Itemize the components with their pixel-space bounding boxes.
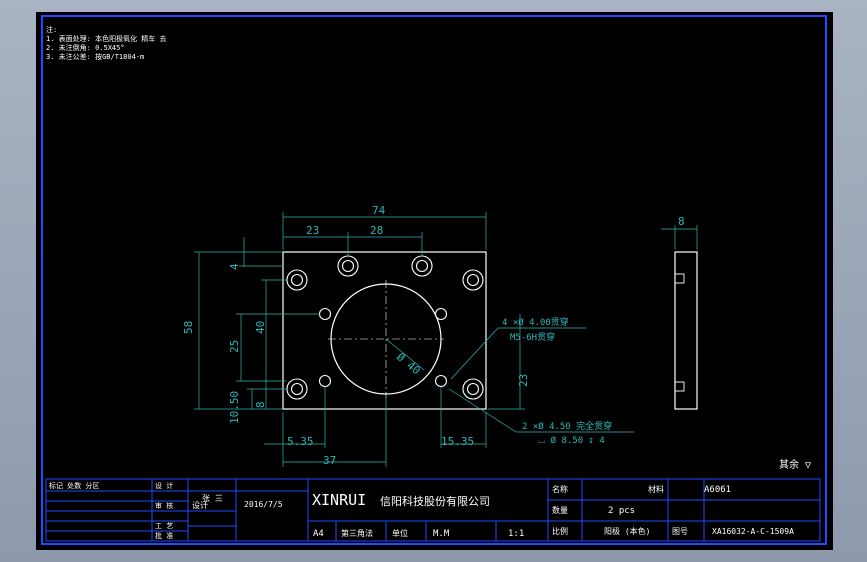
- dim-right-23: 23: [517, 374, 530, 387]
- callout-2x-sub: ⌴ Ø 8.50 ↧ 4: [538, 435, 605, 446]
- material-label: 材料: [648, 484, 664, 494]
- small-hole: [318, 374, 332, 388]
- dim-right-15-35: 15.35: [441, 435, 474, 448]
- side-view: 8: [661, 215, 698, 410]
- callout-4x-sub: M5-6H贯穿: [510, 331, 555, 343]
- sheet-size: A4: [313, 529, 324, 539]
- designer-name: 张 三: [202, 494, 223, 503]
- part-number: XA16032-A-C-1509A: [712, 527, 794, 536]
- side-outline: [674, 251, 698, 410]
- small-hole: [318, 307, 332, 321]
- drawing-sheet: 注: 1. 表面处理: 本色阳极氧化 精车 去 2. 未注倒角: 0.5X45°…: [41, 15, 827, 545]
- dim-left-5-35: 5.35: [287, 435, 314, 448]
- scale-value: 1:1: [508, 529, 524, 539]
- front-view: 74 23 28 58 4 40 25 8 10.50 5.35 15.35 3…: [182, 204, 634, 467]
- quantity-label: 数量: [552, 505, 568, 515]
- revision-row: 审 核: [155, 501, 173, 510]
- counterbore-hole: [462, 378, 484, 400]
- revision-row: 标记 处数 分区: [49, 481, 99, 490]
- counterbore-hole: [286, 378, 308, 400]
- small-hole: [434, 307, 448, 321]
- callout-2x-holes: 2 ×Ø 4.50 完全贯穿: [522, 420, 612, 432]
- counterbore-holes: [286, 255, 484, 400]
- notes-heading: 注:: [46, 25, 57, 34]
- drawing-viewport[interactable]: 注: 1. 表面处理: 本色阳极氧化 精车 去 2. 未注倒角: 0.5X45°…: [36, 12, 833, 550]
- dim-bottom-8: 8: [254, 401, 267, 408]
- counterbore-hole-inner: [341, 259, 355, 273]
- side-dimension-lines: [661, 225, 698, 250]
- unit-value: M.M: [433, 529, 450, 539]
- side-slot-top: [674, 273, 685, 284]
- side-slot-bottom: [674, 381, 685, 392]
- company-chinese-name: 信阳科技股份有限公司: [380, 494, 490, 508]
- revision-row: 设 计: [155, 481, 173, 490]
- scale-label: 比例: [552, 526, 568, 536]
- revision-row: 工 艺: [155, 522, 173, 530]
- counterbore-hole-inner: [466, 273, 480, 287]
- cad-application-window: 注: 1. 表面处理: 本色阳极氧化 精车 去 2. 未注倒角: 0.5X45°…: [0, 0, 867, 562]
- counterbore-hole: [411, 255, 433, 277]
- surface-finish-note: 其余 ▽: [779, 458, 811, 471]
- dim-overall-height: 58: [182, 321, 195, 334]
- dim-spacing-right: 28: [370, 224, 383, 237]
- counterbore-hole: [462, 269, 484, 291]
- note-line-3: 3. 未注公差: 按GB/T1804-m: [46, 52, 144, 61]
- drawing-date: 2016/7/5: [244, 500, 283, 509]
- counterbore-hole-inner: [415, 259, 429, 273]
- counterbore-hole: [337, 255, 359, 277]
- dim-spacing-left: 23: [306, 224, 319, 237]
- technical-notes: 注: 1. 表面处理: 本色阳极氧化 精车 去 2. 未注倒角: 0.5X45°…: [46, 25, 167, 61]
- dimension-labels: 74 23 28 58 4 40 25 8 10.50 5.35 15.35 3…: [182, 204, 530, 467]
- plate-outline: [282, 251, 487, 410]
- dim-height-25: 25: [228, 340, 241, 353]
- company-english-name: XINRUI: [312, 491, 366, 509]
- counterbore-hole-inner: [290, 273, 304, 287]
- title-block: 标记 处数 分区 设 计 审 核 工 艺 批 准 设计 张 三 2016/7/5…: [45, 478, 821, 542]
- dim-overall-width: 74: [372, 204, 386, 217]
- dim-center-37: 37: [323, 454, 336, 467]
- dim-bottom-10-50: 10.50: [228, 391, 241, 424]
- quantity-value: 2 pcs: [608, 506, 635, 516]
- small-hole: [434, 374, 448, 388]
- sheet-frame: [41, 15, 827, 545]
- part-number-label: 图号: [672, 527, 688, 536]
- dim-top-offset: 4: [228, 263, 241, 270]
- dim-bore-diameter: Ø 40: [394, 350, 423, 377]
- note-line-2: 2. 未注倒角: 0.5X45°: [46, 43, 125, 52]
- note-line-1: 1. 表面处理: 本色阳极氧化 精车 去: [46, 34, 167, 43]
- counterbore-hole-inner: [466, 382, 480, 396]
- revision-row: 批 准: [155, 531, 173, 540]
- projection-method: 第三角法: [341, 528, 373, 538]
- counterbore-hole-inner: [290, 382, 304, 396]
- material-value: A6061: [704, 485, 731, 495]
- dim-thickness: 8: [678, 215, 685, 228]
- counterbore-hole: [286, 269, 308, 291]
- drawing-name-label: 名称: [552, 484, 568, 494]
- unit-label: 单位: [392, 528, 408, 538]
- callout-4x-holes: 4 ×Ø 4.00贯穿: [502, 316, 569, 328]
- surface-treatment: 阳极 (本色): [604, 526, 650, 536]
- dim-height-40: 40: [254, 321, 267, 334]
